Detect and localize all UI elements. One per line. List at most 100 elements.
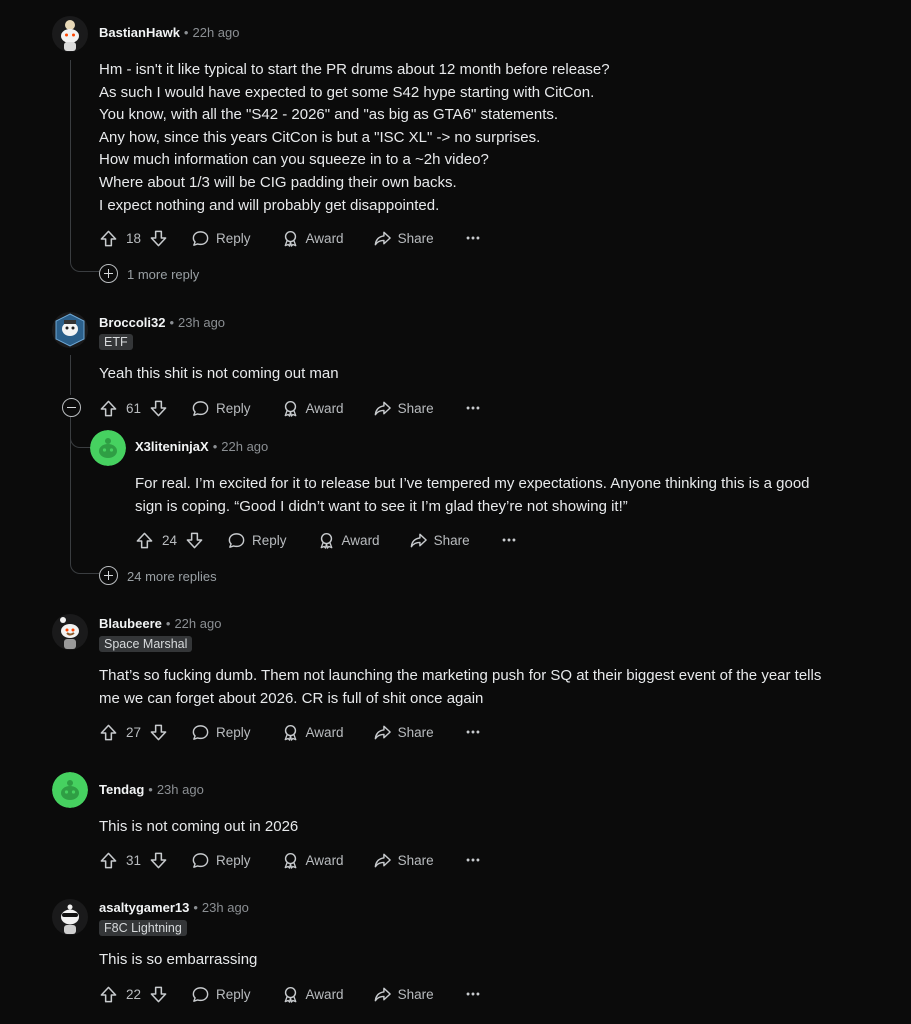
- downvote-icon[interactable]: [149, 399, 168, 418]
- comment-header: Blaubeere • 22h ago: [99, 616, 221, 631]
- reply-button[interactable]: Reply: [191, 723, 251, 742]
- more-options-icon[interactable]: [464, 723, 482, 741]
- share-button[interactable]: Share: [373, 851, 434, 870]
- timestamp[interactable]: 22h ago: [192, 25, 239, 40]
- award-button[interactable]: Award: [281, 723, 344, 742]
- separator-dot: •: [193, 900, 198, 915]
- share-button[interactable]: Share: [373, 399, 434, 418]
- separator-dot: •: [148, 782, 153, 797]
- comment-actions: 22 Reply Award Share: [99, 982, 482, 1006]
- author-name[interactable]: asaltygamer13: [99, 900, 189, 915]
- upvote-icon[interactable]: [99, 229, 118, 248]
- avatar[interactable]: [90, 430, 126, 466]
- score: 61: [126, 400, 142, 416]
- award-button[interactable]: Award: [281, 851, 344, 870]
- score: 31: [126, 852, 142, 868]
- avatar[interactable]: [52, 16, 88, 52]
- comment-line: For real. I’m excited for it to release …: [135, 475, 810, 492]
- more-options-icon[interactable]: [464, 851, 482, 869]
- more-replies-link[interactable]: 24 more replies: [127, 569, 217, 584]
- author-name[interactable]: Blaubeere: [99, 616, 162, 631]
- snoo-avatar-icon: [52, 899, 88, 935]
- upvote-icon[interactable]: [99, 723, 118, 742]
- downvote-icon[interactable]: [185, 531, 204, 550]
- award-button[interactable]: Award: [281, 399, 344, 418]
- comment-line: Where about 1/3 will be CIG padding thei…: [99, 173, 457, 191]
- separator-dot: •: [165, 616, 171, 631]
- upvote-icon[interactable]: [99, 985, 118, 1004]
- award-label: Award: [305, 852, 344, 868]
- author-name[interactable]: BastianHawk: [99, 25, 180, 40]
- author-name[interactable]: X3liteninjaX: [135, 439, 209, 454]
- share-button[interactable]: Share: [409, 531, 470, 550]
- collapse-thread-icon[interactable]: [62, 398, 81, 417]
- more-options-icon[interactable]: [464, 399, 482, 417]
- user-flair: ETF: [99, 334, 133, 350]
- share-label: Share: [397, 230, 434, 246]
- comment-line: As such I would have expected to get som…: [99, 83, 595, 101]
- comment-body: For real. I’m excited for it to release …: [135, 473, 905, 518]
- share-icon: [373, 985, 392, 1004]
- comment-line: You know, with all the "S42 - 2026" and …: [99, 106, 559, 124]
- reply-button[interactable]: Reply: [227, 531, 287, 550]
- downvote-icon[interactable]: [149, 229, 168, 248]
- avatar[interactable]: [52, 772, 88, 808]
- timestamp[interactable]: 23h ago: [157, 782, 204, 797]
- snoo-avatar-icon: [90, 430, 126, 466]
- comment-header: X3liteninjaX • 22h ago: [135, 439, 268, 454]
- share-button[interactable]: Share: [373, 229, 434, 248]
- author-name[interactable]: Broccoli32: [99, 315, 165, 330]
- author-name[interactable]: Tendag: [99, 782, 144, 797]
- timestamp[interactable]: 23h ago: [178, 315, 225, 330]
- comment-body: Hm - isn't it like typical to start the …: [99, 59, 879, 217]
- comment-body: Yeah this shit is not coming out man: [99, 363, 879, 386]
- more-replies-link[interactable]: 1 more reply: [127, 267, 199, 282]
- comment-actions: 31 Reply Award Share: [99, 848, 482, 872]
- comment-header: asaltygamer13 • 23h ago: [99, 900, 249, 915]
- downvote-icon[interactable]: [149, 723, 168, 742]
- separator-dot: •: [183, 25, 189, 40]
- share-button[interactable]: Share: [373, 723, 434, 742]
- comment-line: Hm - isn't it like typical to start the …: [99, 61, 610, 78]
- share-label: Share: [397, 724, 434, 740]
- comment-body: That’s so fucking dumb. Them not launchi…: [99, 665, 899, 710]
- downvote-icon[interactable]: [149, 985, 168, 1004]
- award-button[interactable]: Award: [281, 229, 344, 248]
- expand-replies-icon[interactable]: [99, 566, 118, 585]
- upvote-icon[interactable]: [99, 399, 118, 418]
- reply-label: Reply: [216, 400, 251, 416]
- avatar[interactable]: [52, 899, 88, 935]
- comment-header: BastianHawk • 22h ago: [99, 25, 239, 40]
- comment-line: This is not coming out in 2026: [99, 818, 299, 835]
- award-icon: [281, 229, 300, 248]
- reply-button[interactable]: Reply: [191, 851, 251, 870]
- timestamp[interactable]: 22h ago: [174, 616, 221, 631]
- share-button[interactable]: Share: [373, 985, 434, 1004]
- comment-line: Yeah this shit is not coming out man: [99, 365, 339, 382]
- reply-icon: [191, 229, 210, 248]
- reply-label: Reply: [216, 724, 251, 740]
- award-button[interactable]: Award: [317, 531, 380, 550]
- comment-body: This is so embarrassing: [99, 949, 879, 972]
- timestamp[interactable]: 23h ago: [202, 900, 249, 915]
- more-options-icon[interactable]: [464, 985, 482, 1003]
- expand-replies-icon[interactable]: [99, 264, 118, 283]
- score: 27: [126, 724, 142, 740]
- award-button[interactable]: Award: [281, 985, 344, 1004]
- upvote-icon[interactable]: [135, 531, 154, 550]
- reply-button[interactable]: Reply: [191, 985, 251, 1004]
- reply-button[interactable]: Reply: [191, 229, 251, 248]
- avatar[interactable]: [52, 614, 88, 650]
- comment-line: How much information can you squeeze in …: [99, 151, 489, 169]
- downvote-icon[interactable]: [149, 851, 168, 870]
- reply-button[interactable]: Reply: [191, 399, 251, 418]
- timestamp[interactable]: 22h ago: [221, 439, 268, 454]
- more-options-icon[interactable]: [464, 229, 482, 247]
- upvote-icon[interactable]: [99, 851, 118, 870]
- score: 18: [126, 230, 142, 246]
- score: 22: [126, 986, 142, 1002]
- award-label: Award: [305, 230, 344, 246]
- more-options-icon[interactable]: [500, 531, 518, 549]
- snoo-avatar-icon: [52, 16, 88, 52]
- avatar[interactable]: [52, 312, 88, 348]
